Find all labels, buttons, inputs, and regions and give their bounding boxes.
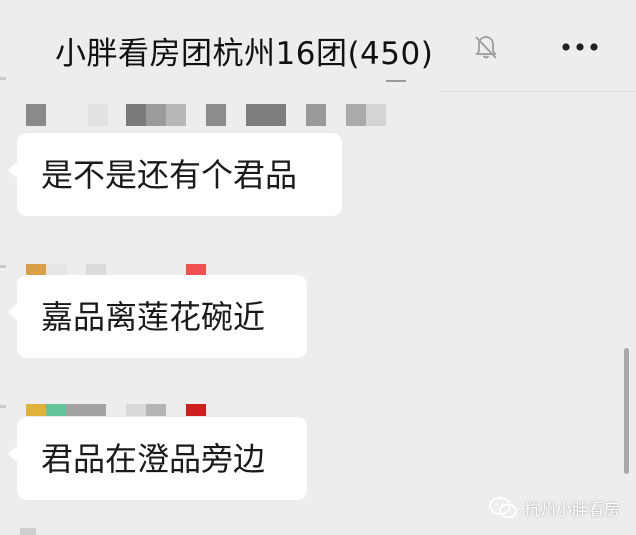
message-text: 君品在澄品旁边 bbox=[41, 439, 266, 478]
watermark-label: 杭州小胖看房 bbox=[524, 500, 621, 519]
header-divider bbox=[440, 91, 636, 92]
message-text: 嘉品离莲花碗近 bbox=[41, 297, 266, 336]
chat-header: 小胖看房团杭州16团(450) bbox=[0, 0, 636, 96]
left-edge-mark bbox=[0, 405, 6, 408]
wechat-logo-icon bbox=[489, 497, 517, 519]
bubble-tail bbox=[8, 445, 18, 463]
bubble-tail bbox=[8, 303, 18, 321]
more-dots-icon[interactable] bbox=[560, 34, 602, 60]
next-sender-name-pixelated bbox=[20, 528, 36, 535]
message-bubble[interactable]: 是不是还有个君品 bbox=[8, 133, 342, 216]
header-indicator bbox=[386, 80, 406, 82]
sender-name-pixelated bbox=[26, 104, 388, 126]
left-edge-mark bbox=[0, 265, 6, 268]
bell-muted-icon[interactable] bbox=[472, 33, 500, 61]
chat-title: 小胖看房团杭州16团(450) bbox=[55, 36, 434, 72]
left-edge-mark bbox=[0, 77, 6, 80]
message-text: 是不是还有个君品 bbox=[41, 155, 298, 194]
bubble-tail bbox=[8, 161, 18, 179]
message-bubble[interactable]: 嘉品离莲花碗近 bbox=[8, 275, 307, 358]
scrollbar[interactable] bbox=[624, 348, 629, 474]
sender-name-pixelated bbox=[26, 404, 208, 416]
watermark: 杭州小胖看房 bbox=[488, 495, 620, 521]
message-bubble[interactable]: 君品在澄品旁边 bbox=[8, 417, 307, 500]
